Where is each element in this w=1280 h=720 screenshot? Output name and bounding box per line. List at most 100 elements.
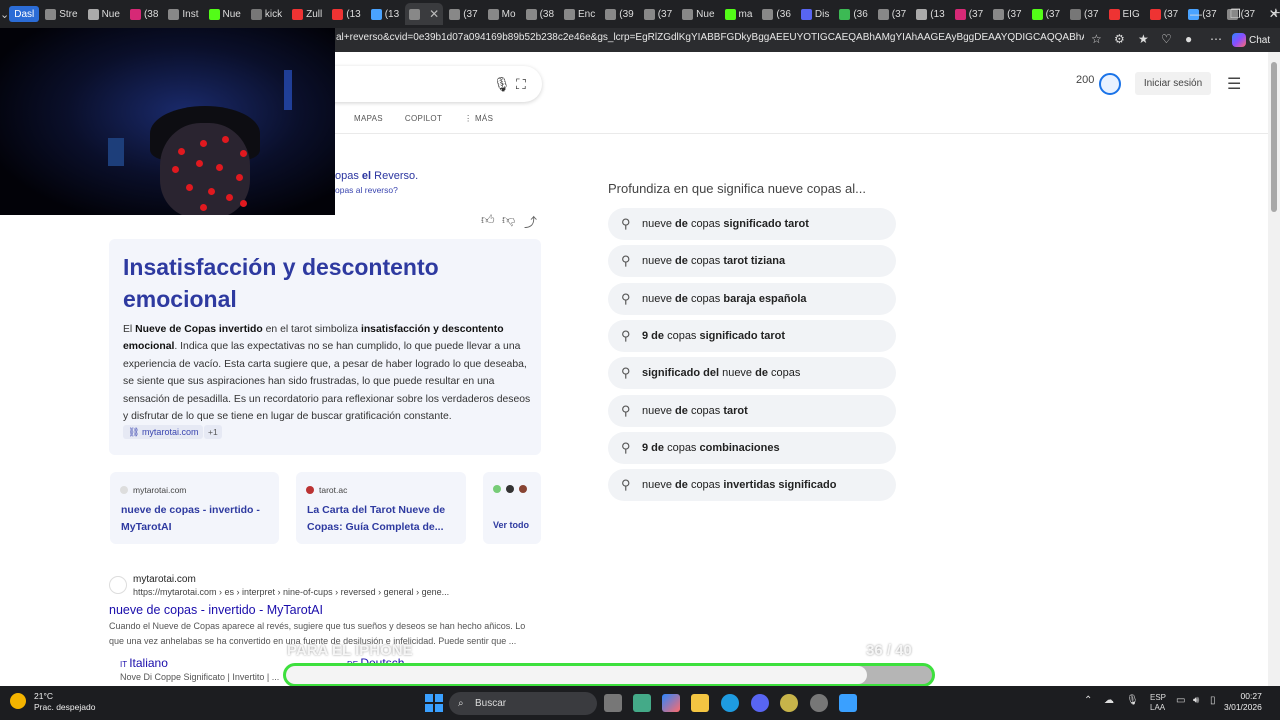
visual-search-icon[interactable]: ⛶ <box>516 76 526 93</box>
battery-icon[interactable]: ▯ <box>1210 695 1216 706</box>
result-title[interactable]: nueve de copas - invertido - MyTarotAI <box>109 603 323 617</box>
copilot-app-icon[interactable] <box>662 694 680 712</box>
rewards-points[interactable]: 200 <box>1076 74 1094 86</box>
related-search-item[interactable]: ⚲ 9 de copas combinaciones <box>608 431 896 464</box>
browser-tab[interactable]: (37 <box>1146 3 1182 25</box>
menu-hamburger-icon[interactable]: ☰ <box>1227 74 1241 94</box>
thumbs-up-icon[interactable]: 👍︎ <box>481 212 495 228</box>
browser-tab[interactable]: Stre <box>41 3 81 25</box>
language-indicator[interactable]: ESP LAA <box>1150 693 1166 713</box>
volume-icon[interactable]: 🔊︎ <box>1193 695 1199 706</box>
tab-maps[interactable]: MAPAS <box>354 114 383 123</box>
rewards-medal-icon[interactable] <box>1099 73 1121 95</box>
related-search-item[interactable]: ⚲ significado del nueve de copas <box>608 357 896 390</box>
sublink-italiano[interactable]: IT Italiano <box>120 656 168 670</box>
browser-tab[interactable]: (37 <box>874 3 910 25</box>
browser-tab[interactable]: (13 <box>367 3 403 25</box>
edge-icon[interactable] <box>721 694 739 712</box>
browser-tab[interactable]: (37 <box>989 3 1025 25</box>
profile-avatar-icon[interactable]: ● <box>1185 32 1192 46</box>
tab-copilot[interactable]: COPILOT <box>405 114 442 123</box>
browser-tab[interactable]: Nue <box>678 3 718 25</box>
taskbar-search[interactable]: ⌕ Buscar <box>449 692 597 715</box>
network-icon[interactable]: ▭ <box>1176 695 1185 706</box>
browser-tab[interactable]: (13 <box>328 3 364 25</box>
extensions-icon[interactable]: ⚙ <box>1114 32 1125 46</box>
see-all-card[interactable]: Ver todo <box>483 472 541 544</box>
browser-tab[interactable]: Mo <box>484 3 520 25</box>
search-box[interactable]: 🎙 ⛶ <box>300 66 542 102</box>
browser-tab[interactable]: (37 <box>1028 3 1064 25</box>
related-search-item[interactable]: ⚲ nueve de copas tarot <box>608 394 896 427</box>
onedrive-icon[interactable]: ☁ <box>1104 695 1114 706</box>
widgets-icon[interactable] <box>633 694 651 712</box>
browser-tab[interactable]: (36 <box>758 3 794 25</box>
browser-tab[interactable]: (38 <box>522 3 558 25</box>
start-windows-icon[interactable] <box>425 694 443 712</box>
thumbs-down-icon[interactable]: 👎︎ <box>502 212 515 228</box>
did-you-mean-alt[interactable]: opas al reverso? <box>335 185 398 195</box>
signin-button[interactable]: Iniciar sesión <box>1135 72 1211 95</box>
page-scrollbar[interactable] <box>1268 52 1280 686</box>
browser-tab[interactable]: Nue <box>84 3 124 25</box>
browser-tab[interactable]: (39 <box>601 3 637 25</box>
browser-tab[interactable]: (38 <box>126 3 162 25</box>
clock[interactable]: 00:27 3/01/2026 <box>1224 691 1262 713</box>
related-search-item[interactable]: ⚲ nueve de copas invertidas significado <box>608 469 896 502</box>
browser-tab[interactable]: (37 <box>640 3 676 25</box>
browser-tab[interactable]: Dasl <box>9 6 40 22</box>
url-text[interactable]: al+reverso&cvid=0e39b1d07a094169b89b52b2… <box>336 32 1084 43</box>
citation-link[interactable]: ⛓ mytarotai.com <box>123 425 204 439</box>
browser-tab[interactable]: EIG <box>1105 3 1144 25</box>
browser-tab[interactable]: (37 <box>445 3 481 25</box>
source-title[interactable]: nueve de copas - invertido - MyTarotAI <box>121 502 271 536</box>
related-search-item[interactable]: ⚲ 9 de copas significado tarot <box>608 319 896 352</box>
weather-widget[interactable]: 21°C Prac. despejado <box>10 691 95 713</box>
source-title[interactable]: La Carta del Tarot Nueve de Copas: Guía … <box>307 502 457 536</box>
related-search-item[interactable]: ⚲ nueve de copas tarot tiziana <box>608 245 896 278</box>
scrollbar-thumb[interactable] <box>1271 62 1277 212</box>
favorite-star-icon[interactable]: ☆ <box>1091 32 1102 46</box>
microphone-tray-icon[interactable]: 🎙 <box>1126 695 1139 706</box>
browser-tab[interactable]: Zull <box>288 3 326 25</box>
browser-tab[interactable]: Enc <box>560 3 599 25</box>
citation-more[interactable]: +1 <box>204 425 222 439</box>
browser-tab[interactable]: ✕ <box>405 3 444 25</box>
related-search-item[interactable]: ⚲ nueve de copas significado tarot <box>608 208 896 240</box>
browser-tab[interactable]: (37 <box>951 3 987 25</box>
see-all-link[interactable]: Ver todo <box>493 520 529 530</box>
tab-close-icon[interactable]: ✕ <box>429 7 439 21</box>
browser-essentials-icon[interactable]: ♡ <box>1161 32 1172 46</box>
browser-tab[interactable]: (37 <box>1066 3 1102 25</box>
browser-tab[interactable]: ma <box>721 3 757 25</box>
result-site[interactable]: mytarotai.com <box>133 574 196 585</box>
share-icon[interactable]: ⤴ <box>524 212 537 231</box>
restore-icon[interactable]: ❐ <box>1230 7 1241 21</box>
did-you-mean[interactable]: opas el Reverso. <box>335 170 418 182</box>
app-icon[interactable] <box>780 694 798 712</box>
related-search-item[interactable]: ⚲ nueve de copas baraja española <box>608 282 896 315</box>
obs-icon[interactable] <box>810 694 828 712</box>
close-window-icon[interactable]: ✕ <box>1269 7 1279 21</box>
tab-more[interactable]: ⋮ MÁS <box>464 114 493 123</box>
discord-icon[interactable] <box>751 694 769 712</box>
file-explorer-icon[interactable] <box>691 694 709 712</box>
copilot-button[interactable]: Chat <box>1232 31 1270 49</box>
favorites-icon[interactable]: ★ <box>1138 32 1149 46</box>
microphone-icon[interactable]: 🎙 <box>493 76 511 93</box>
browser-tab[interactable]: Inst <box>164 3 202 25</box>
browser-tab[interactable]: (13 <box>912 3 948 25</box>
browser-tab[interactable]: Dis <box>797 3 833 25</box>
tab-list-chevron-icon[interactable]: ⌄ <box>0 8 9 21</box>
browser-tab[interactable]: kick <box>247 3 286 25</box>
source-card[interactable]: mytarotai.com nueve de copas - invertido… <box>110 472 279 544</box>
more-options-icon[interactable]: ⋯ <box>1210 32 1222 46</box>
app-icon[interactable] <box>839 694 857 712</box>
tray-chevron-icon[interactable]: ⌃ <box>1084 695 1092 706</box>
browser-tab[interactable]: (36 <box>835 3 871 25</box>
result-url-path[interactable]: https://mytarotai.com › es › interpret ›… <box>133 587 449 597</box>
minimize-icon[interactable]: — <box>1190 7 1202 21</box>
task-view-icon[interactable] <box>604 694 622 712</box>
browser-tab[interactable]: Nue <box>205 3 245 25</box>
source-card[interactable]: tarot.ac La Carta del Tarot Nueve de Cop… <box>296 472 466 544</box>
